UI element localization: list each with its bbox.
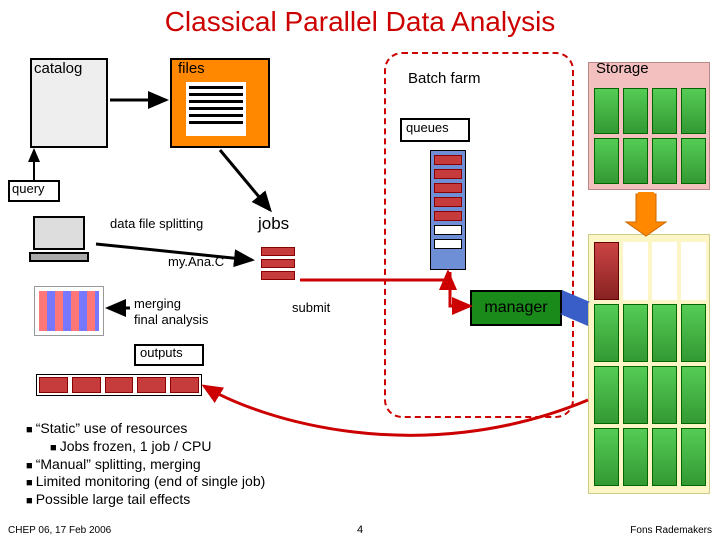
footer-right: Fons Rademakers — [630, 525, 712, 536]
bullet-2: “Manual” splitting, merging — [26, 456, 265, 474]
data-file-splitting-label: data file splitting — [110, 216, 203, 231]
outputs-row — [36, 374, 202, 396]
storage-label: Storage — [596, 60, 649, 77]
jobs-label: jobs — [258, 214, 289, 234]
plot-icon — [34, 286, 104, 336]
outputs-label: outputs — [140, 345, 183, 360]
page-number: 4 — [357, 524, 363, 536]
client-icon — [26, 216, 92, 270]
compute-racks — [594, 242, 706, 486]
footer-left: CHEP 06, 17 Feb 2006 — [8, 525, 111, 536]
files-label: files — [178, 60, 205, 77]
jobs-stack — [258, 244, 298, 283]
merging-line2: final analysis — [134, 312, 208, 327]
page-title: Classical Parallel Data Analysis — [0, 6, 720, 38]
queue-band — [430, 150, 466, 270]
submit-label: submit — [292, 300, 330, 315]
bullet-1a: Jobs frozen, 1 job / CPU — [50, 438, 265, 456]
batch-farm-region — [384, 52, 574, 418]
merging-line1: merging — [134, 296, 181, 311]
myana-label: my.Ana.C — [168, 254, 224, 269]
catalog-label: catalog — [34, 60, 82, 77]
manager-label: manager — [484, 299, 547, 317]
storage-racks — [594, 88, 706, 184]
batch-farm-label: Batch farm — [408, 70, 481, 87]
queues-label: queues — [406, 120, 449, 135]
bullet-list: “Static” use of resources Jobs frozen, 1… — [26, 420, 265, 509]
bullet-3: Limited monitoring (end of single job) — [26, 473, 265, 491]
manager-box: manager — [470, 290, 562, 326]
query-label: query — [12, 181, 45, 196]
bullet-1: “Static” use of resources — [26, 420, 265, 438]
bullet-4: Possible large tail effects — [26, 491, 265, 509]
